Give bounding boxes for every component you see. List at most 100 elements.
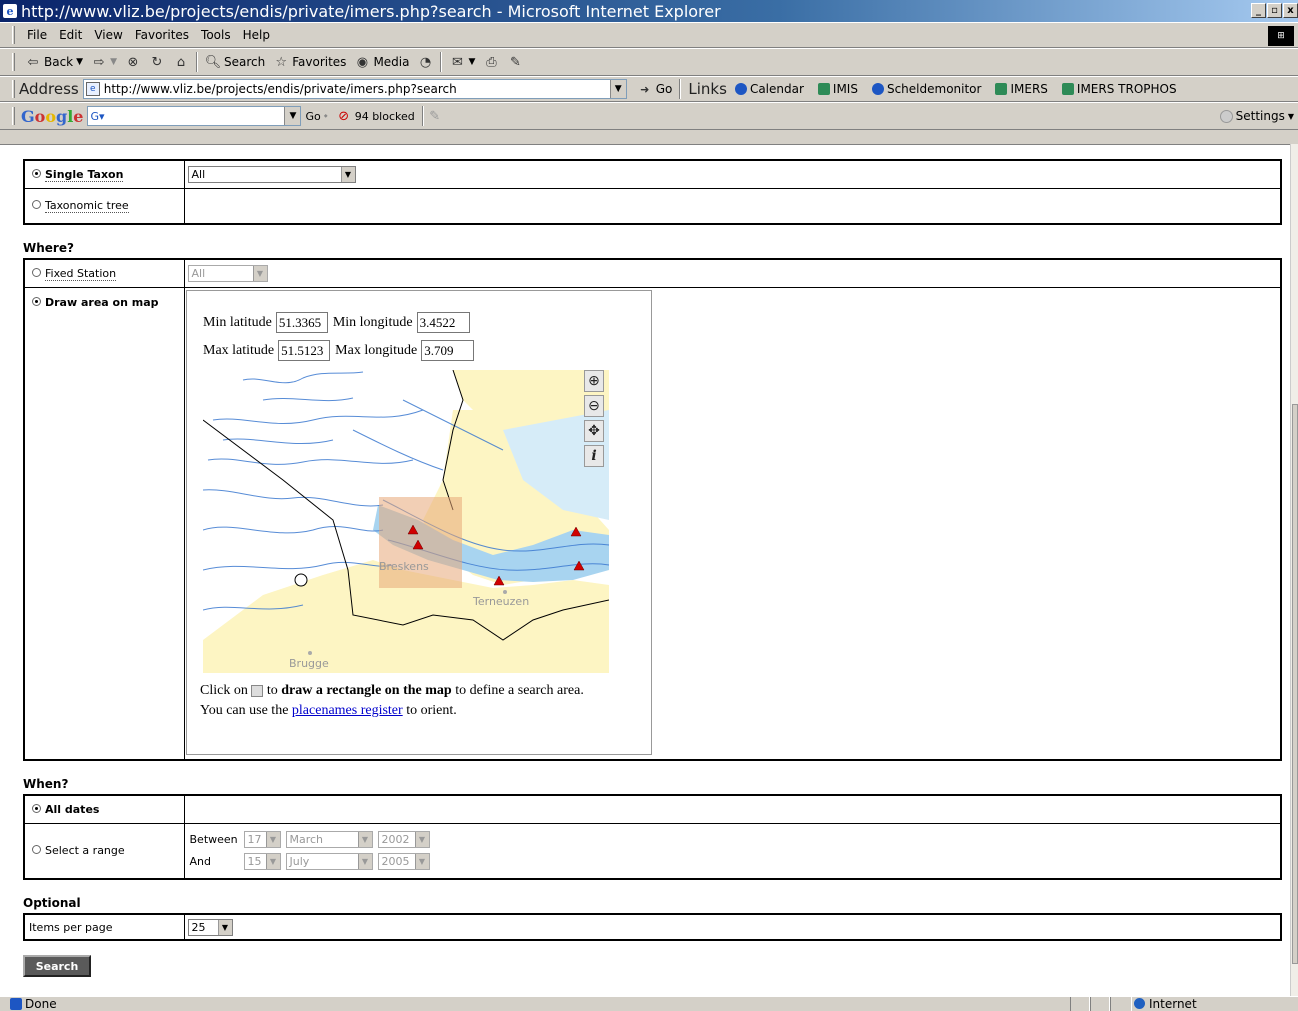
google-go-button[interactable]: Go ⬩ bbox=[301, 105, 331, 127]
google-settings-button[interactable]: Settings ▼ bbox=[1219, 109, 1294, 123]
all-dates-radio[interactable] bbox=[32, 803, 41, 813]
refresh-button[interactable]: ↻ bbox=[145, 51, 169, 73]
stop-button[interactable]: ⊗ bbox=[121, 51, 145, 73]
placenames-register-link[interactable]: placenames register bbox=[292, 703, 403, 718]
items-per-page-select[interactable]: 25 ▼ bbox=[187, 918, 233, 936]
toolbar-grip[interactable] bbox=[12, 53, 15, 71]
highlight-icon[interactable]: ✎ bbox=[427, 108, 443, 124]
history-button[interactable]: ◔ bbox=[413, 51, 437, 73]
fixed-station-radio[interactable] bbox=[32, 267, 41, 277]
link-imis[interactable]: IMIS bbox=[817, 82, 858, 96]
media-button[interactable]: ◉ Media bbox=[350, 51, 413, 73]
toolbar-grip[interactable] bbox=[12, 107, 15, 125]
link-scheldemonitor[interactable]: Scheldemonitor bbox=[871, 82, 982, 96]
zoom-out-icon[interactable]: ⊖ bbox=[584, 395, 604, 417]
toolbar-grip[interactable] bbox=[12, 26, 15, 44]
taxonomic-tree-radio[interactable] bbox=[32, 200, 41, 210]
menu-view[interactable]: View bbox=[88, 28, 128, 42]
to-day-select[interactable]: 15 ▼ bbox=[243, 853, 281, 871]
link-calendar[interactable]: Calendar bbox=[734, 82, 804, 96]
min-latitude-input[interactable] bbox=[275, 312, 328, 333]
globe-icon bbox=[1134, 998, 1145, 1009]
scrollbar-thumb[interactable] bbox=[1292, 404, 1298, 964]
home-icon: ⌂ bbox=[176, 54, 186, 70]
to-month-select[interactable]: July ▼ bbox=[285, 853, 373, 871]
menu-favorites[interactable]: Favorites bbox=[129, 28, 195, 42]
settings-label: Settings bbox=[1235, 109, 1285, 123]
back-button[interactable]: ⇦ Back ▼ bbox=[21, 51, 87, 73]
google-search-input[interactable]: G▾ ▼ bbox=[87, 106, 302, 126]
menu-help[interactable]: Help bbox=[237, 28, 276, 42]
maximize-button[interactable]: ▫ bbox=[1267, 3, 1282, 18]
link-label: Scheldemonitor bbox=[886, 82, 982, 96]
links-label[interactable]: Links bbox=[688, 80, 727, 98]
popup-blocker-button[interactable]: ⊘ 94 blocked bbox=[332, 105, 419, 127]
google-logo[interactable]: Google bbox=[21, 107, 83, 126]
menu-file[interactable]: File bbox=[21, 28, 53, 42]
vertical-scrollbar[interactable] bbox=[1290, 144, 1298, 996]
edit-button[interactable]: ✎ bbox=[503, 51, 527, 73]
taxonomic-tree-label: Taxonomic tree bbox=[45, 199, 129, 214]
and-label: And bbox=[189, 855, 211, 869]
menu-edit[interactable]: Edit bbox=[53, 28, 88, 42]
go-button[interactable]: ➜ Go bbox=[633, 78, 677, 100]
window-titlebar: e http://www.vliz.be/projects/endis/priv… bbox=[0, 0, 1298, 22]
from-year-select[interactable]: 2002 ▼ bbox=[377, 831, 430, 849]
search-button-toolbar[interactable]: 🔍︎ Search bbox=[201, 51, 269, 73]
single-taxon-cell: Single Taxon bbox=[23, 159, 185, 189]
fixed-station-cell: Fixed Station bbox=[23, 258, 185, 288]
select-range-radio[interactable] bbox=[32, 845, 41, 855]
from-day-select[interactable]: 17 ▼ bbox=[243, 831, 281, 849]
max-longitude-input[interactable] bbox=[421, 340, 475, 361]
to-year-select[interactable]: 2005 ▼ bbox=[377, 853, 430, 871]
forward-arrow-icon: ⇨ bbox=[93, 54, 105, 70]
chevron-down-icon: ▼ bbox=[217, 919, 232, 935]
chevron-down-icon[interactable]: ▼ bbox=[609, 80, 626, 98]
from-month-value: March bbox=[289, 833, 324, 847]
popup-blocked-icon: ⊘ bbox=[338, 108, 350, 124]
toolbar-separator bbox=[421, 106, 424, 126]
search-icon: 🔍︎ bbox=[204, 54, 222, 70]
home-button[interactable]: ⌂ bbox=[169, 51, 193, 73]
single-taxon-radio[interactable] bbox=[32, 168, 41, 178]
mail-button[interactable]: ✉ ▼ bbox=[445, 51, 479, 73]
min-longitude-input[interactable] bbox=[416, 312, 470, 333]
address-label: Address bbox=[19, 80, 79, 98]
taxon-select[interactable]: All ▼ bbox=[187, 165, 356, 183]
min-coords-row: Min latitude Min longitude bbox=[203, 312, 475, 333]
draw-area-radio[interactable] bbox=[32, 296, 41, 306]
chevron-down-icon: ▼ bbox=[468, 57, 476, 67]
estuary-map[interactable]: Breskens Terneuzen Brugge bbox=[203, 370, 609, 673]
fixed-station-select[interactable]: All ▼ bbox=[187, 264, 268, 282]
chevron-down-icon[interactable]: ▼ bbox=[284, 107, 301, 125]
max-latitude-input[interactable] bbox=[278, 340, 331, 361]
address-input[interactable]: e http://www.vliz.be/projects/endis/priv… bbox=[82, 79, 627, 99]
to-year-value: 2005 bbox=[381, 855, 410, 869]
link-imers[interactable]: IMERS bbox=[995, 82, 1048, 96]
menu-tools[interactable]: Tools bbox=[195, 28, 237, 42]
all-dates-cell: All dates bbox=[23, 794, 185, 824]
toolbar-separator bbox=[679, 79, 682, 99]
print-button[interactable]: ⎙ bbox=[479, 51, 503, 73]
info-icon[interactable]: i bbox=[584, 445, 604, 467]
chevron-down-icon: ▼ bbox=[414, 854, 429, 870]
minimize-button[interactable]: _ bbox=[1251, 3, 1266, 18]
selection-rectangle[interactable] bbox=[379, 497, 462, 588]
chevron-down-icon: ▼ bbox=[76, 57, 84, 67]
close-button[interactable]: x bbox=[1283, 3, 1298, 18]
favorites-button[interactable]: ☆ Favorites bbox=[269, 51, 350, 73]
link-imers-trophos[interactable]: IMERS TROPHOS bbox=[1061, 82, 1177, 96]
status-panel bbox=[1070, 997, 1090, 1011]
media-label: Media bbox=[373, 55, 410, 69]
forward-button[interactable]: ⇨ ▼ bbox=[87, 51, 121, 73]
ie-logo-icon: e bbox=[3, 4, 17, 18]
pan-icon[interactable]: ✥ bbox=[584, 420, 604, 442]
search-button[interactable]: Search bbox=[23, 955, 91, 977]
from-month-select[interactable]: March ▼ bbox=[285, 831, 373, 849]
zoom-in-icon[interactable]: ⊕ bbox=[584, 370, 604, 392]
place-terneuzen: Terneuzen bbox=[472, 595, 529, 608]
toolbar-grip[interactable] bbox=[12, 80, 15, 98]
taxonomic-tree-cell: Taxonomic tree bbox=[23, 187, 185, 225]
refresh-icon: ↻ bbox=[151, 54, 163, 70]
chevron-down-icon: ▼ bbox=[414, 832, 429, 848]
